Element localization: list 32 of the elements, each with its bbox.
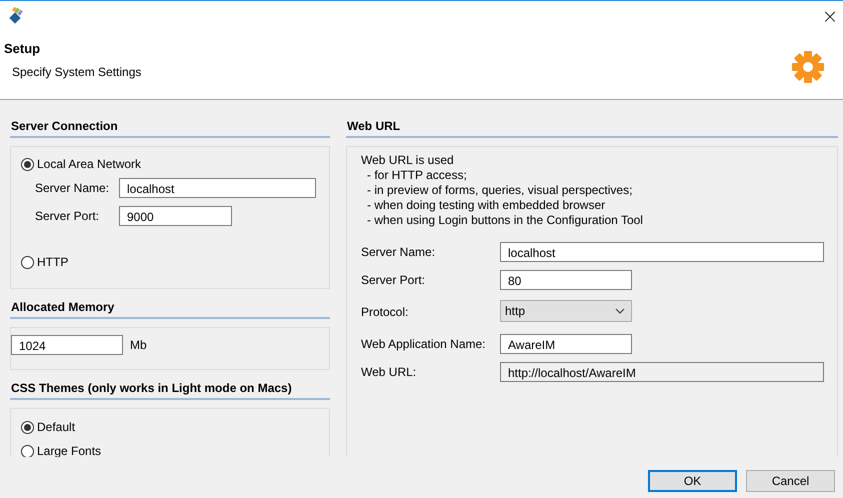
field-label: Server Name: — [361, 245, 436, 259]
description-text: Web URL is used - for HTTP access; - in preview of forms, queries, visual perspectives; - when doing testing with embedded browser - when using Login buttons in the Configuration Tool — [361, 153, 644, 228]
field-label: Server Name: — [35, 181, 110, 195]
protocol-dropdown[interactable]: http — [500, 300, 632, 322]
field-label: Server Port: — [361, 273, 426, 287]
input-field[interactable]: AwareIM — [500, 334, 632, 354]
input-field[interactable]: localhost — [119, 178, 316, 198]
section-title: Server Connection — [10, 118, 330, 138]
radio-button[interactable]: HTTP — [21, 252, 72, 272]
app-logo-icon — [7, 6, 23, 24]
input-field[interactable]: localhost — [500, 242, 824, 262]
field-label: Protocol: — [361, 305, 410, 319]
unit-label: Mb — [130, 338, 147, 352]
dialog-subtitle: Specify System Settings — [11, 64, 142, 79]
input-field[interactable]: http://localhost/AwareIM — [500, 362, 824, 382]
radio-button[interactable]: Default — [21, 417, 80, 437]
settings-icon — [790, 49, 826, 85]
input-field[interactable]: 1024 — [11, 335, 123, 355]
input-field[interactable]: 80 — [500, 270, 632, 290]
section-title: Web URL — [346, 118, 838, 138]
field-label: Server Port: — [35, 209, 100, 223]
cancel-button[interactable]: Cancel — [746, 470, 835, 492]
caret-icon — [615, 308, 625, 314]
field-label: Web URL: — [361, 365, 418, 379]
section-title: CSS Themes (only works in Light mode on Macs) — [10, 380, 330, 400]
section-title: Allocated Memory — [10, 299, 330, 319]
close-button[interactable]: × — [818, 2, 842, 28]
dialog-title: Setup — [4, 41, 42, 58]
input-field[interactable]: 9000 — [119, 206, 232, 226]
field-label: Web Application Name: — [361, 337, 487, 351]
ok-button[interactable]: OK — [648, 470, 737, 492]
radio-button[interactable]: Local Area Network — [21, 154, 146, 174]
